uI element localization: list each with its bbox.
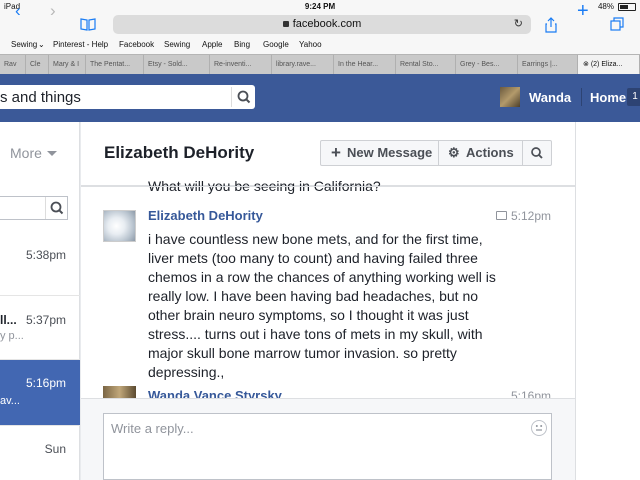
message-line: really low. I have been having bad heada… bbox=[148, 288, 479, 304]
bookmark-item[interactable]: Google bbox=[263, 40, 289, 49]
browser-tab[interactable]: Mary & I bbox=[49, 55, 86, 75]
reload-icon[interactable]: ↻ bbox=[514, 15, 523, 34]
browser-tab[interactable]: library.rave... bbox=[272, 55, 334, 75]
list-item[interactable]: 5:37pm ll... y p... bbox=[0, 296, 80, 360]
address-bar[interactable]: facebook.com ↻ bbox=[113, 15, 531, 34]
thread-search-button[interactable] bbox=[523, 140, 552, 166]
new-tab-icon[interactable]: + bbox=[577, 1, 589, 21]
chevron-down-icon bbox=[47, 151, 57, 156]
browser-tab[interactable]: Re-inventi... bbox=[210, 55, 272, 75]
chevron-down-icon: ⌄ bbox=[38, 40, 45, 49]
conversation-name: ll... bbox=[0, 313, 17, 327]
message-line: liver mets (too many to count) and havin… bbox=[148, 250, 478, 266]
conversation-time: 5:16pm bbox=[25, 376, 66, 390]
message-time: 5:12pm bbox=[511, 209, 552, 223]
right-sidebar bbox=[575, 122, 640, 480]
emoji-icon[interactable] bbox=[531, 420, 547, 436]
conversation-time: 5:38pm bbox=[25, 248, 66, 262]
plus-icon: + bbox=[331, 143, 341, 162]
list-item-selected[interactable]: 5:16pm av... bbox=[0, 360, 80, 426]
message-line: stress.... turns out i have tons of mets… bbox=[148, 326, 483, 342]
url-text: facebook.com bbox=[292, 18, 362, 30]
conversation-snippet: av... bbox=[0, 395, 20, 407]
search-query: s and things bbox=[0, 89, 81, 106]
page-title: Elizabeth DeHority bbox=[104, 143, 255, 162]
message-line: chemos in a row the chances of anything … bbox=[148, 269, 496, 285]
search-icon[interactable] bbox=[45, 197, 67, 219]
browser-tab[interactable]: The Pentat... bbox=[86, 55, 144, 75]
avatar[interactable] bbox=[103, 210, 136, 242]
browser-tab[interactable]: In the Hear... bbox=[334, 55, 396, 75]
avatar[interactable] bbox=[103, 386, 136, 398]
search-icon bbox=[531, 147, 543, 159]
bookmark-item[interactable]: Yahoo bbox=[299, 40, 322, 49]
new-message-button[interactable]: + New Message bbox=[320, 140, 439, 166]
status-bar: iPad 9:24 PM 48% bbox=[0, 0, 640, 14]
conversation-time: Sun bbox=[44, 442, 66, 456]
more-dropdown[interactable]: More bbox=[10, 145, 42, 161]
bookmark-item[interactable]: Bing bbox=[234, 40, 250, 49]
chat-bubble-icon bbox=[496, 211, 507, 220]
clock: 9:24 PM bbox=[304, 2, 336, 11]
bookmarks-bar: Sewing ⌄ Pinterest - Help Facebook Sewin… bbox=[0, 36, 640, 54]
actions-label: Actions bbox=[466, 145, 514, 160]
forward-icon[interactable]: › bbox=[50, 1, 56, 21]
message-line: other brain neuro symptoms, so I thought… bbox=[148, 307, 469, 323]
browser-tab[interactable]: Rav bbox=[0, 55, 26, 75]
bookmark-item[interactable]: Sewing bbox=[11, 40, 37, 49]
profile-link[interactable]: Wanda bbox=[529, 90, 571, 105]
battery-percent: 48% bbox=[597, 2, 614, 11]
nav-divider bbox=[581, 88, 582, 106]
home-link[interactable]: Home bbox=[590, 90, 626, 105]
bookmarks-icon[interactable] bbox=[80, 18, 96, 31]
share-icon[interactable] bbox=[545, 17, 557, 38]
back-icon[interactable]: ‹ bbox=[15, 1, 21, 21]
message-line: major skull bone marrow tumor invasion. … bbox=[148, 345, 457, 361]
tab-strip: Rav Cle Mary & I The Pentat... Etsy - So… bbox=[0, 54, 640, 75]
conversation-snippet: y p... bbox=[0, 330, 24, 342]
bookmark-item[interactable]: Apple bbox=[202, 40, 222, 49]
browser-tab[interactable]: Etsy - Sold... bbox=[144, 55, 210, 75]
list-item[interactable]: 5:38pm bbox=[0, 232, 80, 296]
browser-tab[interactable]: Cle bbox=[26, 55, 49, 75]
lock-icon bbox=[282, 21, 289, 27]
bookmark-item[interactable]: Pinterest - Help bbox=[53, 40, 108, 49]
list-item[interactable]: Sun bbox=[0, 426, 80, 480]
tabs-overview-icon[interactable] bbox=[610, 17, 624, 36]
message-body: i have countless new bone mets, and for … bbox=[148, 230, 528, 382]
tab-title: (2) Eliza... bbox=[590, 61, 623, 68]
divider bbox=[81, 186, 575, 187]
search-icon[interactable] bbox=[231, 87, 255, 107]
bookmark-item[interactable]: Facebook bbox=[119, 40, 154, 49]
browser-tab-active[interactable]: ⊗ (2) Eliza... bbox=[578, 55, 640, 75]
message-line: i have countless new bone mets, and for … bbox=[148, 231, 483, 247]
close-tab-icon[interactable]: ⊗ bbox=[583, 61, 589, 68]
new-message-label: New Message bbox=[347, 145, 433, 160]
battery-icon bbox=[618, 3, 636, 11]
browser-tab[interactable]: Earrings |... bbox=[518, 55, 578, 75]
home-count-badge: 1 bbox=[627, 88, 640, 106]
actions-button[interactable]: ⚙ Actions bbox=[439, 140, 523, 166]
gear-icon: ⚙ bbox=[448, 145, 460, 160]
message-line: depressing., bbox=[148, 364, 225, 380]
bookmark-item[interactable]: Sewing bbox=[164, 40, 190, 49]
browser-tab[interactable]: Rental Sto... bbox=[396, 55, 456, 75]
message-sender[interactable]: Elizabeth DeHority bbox=[148, 208, 263, 223]
avatar[interactable] bbox=[500, 87, 520, 107]
conversation-time: 5:37pm bbox=[25, 313, 66, 327]
browser-tab[interactable]: Grey - Bes... bbox=[456, 55, 518, 75]
reply-placeholder: Write a reply... bbox=[111, 421, 194, 436]
